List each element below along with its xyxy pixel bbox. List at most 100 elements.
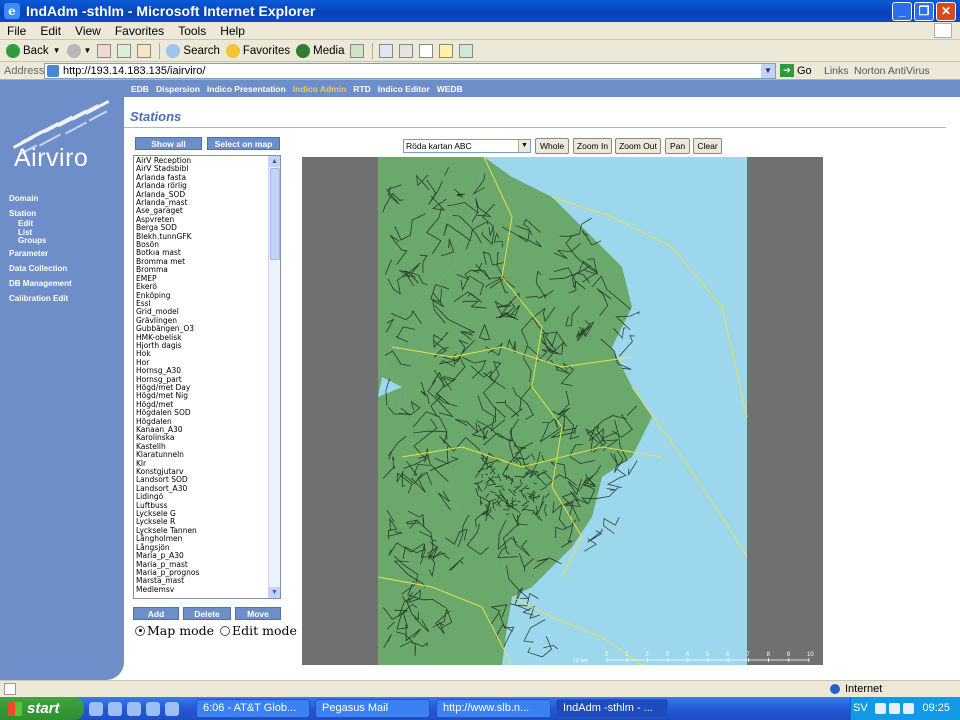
globe-icon: [830, 684, 840, 694]
norton-antivirus-button[interactable]: Norton AntiVirus: [854, 65, 930, 77]
language-indicator[interactable]: SV: [853, 702, 868, 714]
delete-button[interactable]: Delete: [183, 607, 231, 620]
close-icon[interactable]: ✕: [936, 2, 956, 21]
favorites-button[interactable]: Favorites: [225, 43, 290, 58]
back-button[interactable]: Back ▼: [6, 43, 61, 58]
history-icon[interactable]: [350, 43, 365, 58]
topnav-dispersion[interactable]: Dispersion: [156, 84, 200, 94]
menu-help[interactable]: Help: [213, 24, 252, 38]
tray-network-icon[interactable]: [875, 703, 886, 714]
map-view[interactable]: [302, 157, 823, 665]
topnav-rtd[interactable]: RTD: [353, 84, 370, 94]
map-mode-radio[interactable]: [135, 625, 145, 636]
quicklaunch-messenger-icon[interactable]: [165, 701, 179, 716]
nav-station-list[interactable]: List: [9, 228, 72, 237]
chevron-down-icon[interactable]: ▼: [761, 64, 775, 78]
maximize-icon[interactable]: ❐: [914, 2, 934, 21]
scale-tick-label: 0: [605, 652, 609, 658]
scale-tick-label: 6: [726, 652, 730, 658]
chevron-down-icon: ▼: [518, 140, 530, 152]
whole-button[interactable]: Whole: [535, 138, 569, 154]
menu-favorites[interactable]: Favorites: [108, 24, 171, 38]
home-icon[interactable]: [137, 43, 152, 58]
messenger-icon[interactable]: [459, 43, 474, 58]
menu-tools[interactable]: Tools: [171, 24, 213, 38]
topnav-indico-presentation[interactable]: Indico Presentation: [207, 84, 286, 94]
quicklaunch-media-icon[interactable]: [146, 701, 160, 716]
task-indadm[interactable]: IndAdm -sthlm - ...: [556, 699, 668, 718]
scale-tick-label: 2: [645, 652, 649, 658]
menu-view[interactable]: View: [68, 24, 108, 38]
clear-button[interactable]: Clear: [693, 138, 722, 154]
menu-bar: File Edit View Favorites Tools Help: [0, 22, 960, 40]
address-input[interactable]: http://193.14.183.135/iairviro/ ▼: [44, 63, 776, 79]
scale-tick-label: 5: [706, 652, 710, 658]
topnav-indico-editor[interactable]: Indico Editor: [378, 84, 430, 94]
quicklaunch-desktop-icon[interactable]: [89, 701, 103, 716]
links-button[interactable]: Links: [824, 65, 849, 77]
move-button[interactable]: Move: [235, 607, 281, 620]
window-title: IndAdm -sthlm - Microsoft Internet Explo…: [26, 3, 316, 19]
refresh-icon[interactable]: [117, 43, 132, 58]
notes-icon[interactable]: [439, 43, 454, 58]
stop-icon[interactable]: [97, 43, 112, 58]
left-nav-list: Domain Station Edit List Groups Paramete…: [9, 194, 72, 309]
address-url: http://193.14.183.135/iairviro/: [63, 65, 206, 77]
select-on-map-button[interactable]: Select on map: [207, 137, 280, 150]
media-button[interactable]: Media: [296, 43, 344, 58]
word-icon[interactable]: [419, 43, 434, 58]
star-icon: [225, 43, 240, 58]
station-list-item[interactable]: Medlemsv: [136, 585, 199, 594]
tray-volume-icon[interactable]: [889, 703, 900, 714]
nav-station[interactable]: Station: [9, 209, 72, 219]
topnav-indico-admin[interactable]: Indico Admin: [293, 84, 347, 94]
nav-station-edit[interactable]: Edit: [9, 219, 72, 228]
tray-antivirus-icon[interactable]: [903, 703, 914, 714]
show-all-button[interactable]: Show all: [135, 137, 202, 150]
page-status-icon: [4, 683, 16, 695]
scrollbar-thumb[interactable]: [270, 168, 280, 260]
menu-edit[interactable]: Edit: [33, 24, 68, 38]
start-button[interactable]: start: [0, 697, 84, 720]
zoom-in-button[interactable]: Zoom In: [573, 138, 612, 154]
scroll-down-icon[interactable]: ▼: [269, 587, 280, 598]
mail-icon[interactable]: [379, 43, 394, 58]
search-icon: [166, 43, 181, 58]
minimize-icon[interactable]: _: [892, 2, 912, 21]
task-pegasus-mail[interactable]: Pegasus Mail: [315, 699, 430, 718]
topnav-wedb[interactable]: WEDB: [437, 84, 463, 94]
search-button[interactable]: Search: [166, 43, 220, 58]
scale-tick-label: 10: [807, 652, 814, 658]
quicklaunch-outlook-icon[interactable]: [127, 701, 141, 716]
zoom-out-button[interactable]: Zoom Out: [615, 138, 661, 154]
map-canvas[interactable]: [302, 157, 823, 665]
scale-label: 10 km: [573, 658, 588, 664]
nav-calibration-edit[interactable]: Calibration Edit: [9, 294, 72, 309]
station-list-scrollbar[interactable]: ▲ ▼: [268, 156, 280, 598]
page-content: Airviro Domain Station Edit List Groups …: [0, 80, 960, 680]
station-list[interactable]: AirV Reception AirV Stadsbibl Arlanda fast…: [133, 155, 281, 599]
nav-data-collection[interactable]: Data Collection: [9, 264, 72, 279]
title-divider: [124, 127, 946, 128]
edit-mode-radio[interactable]: [220, 625, 231, 636]
task-att-global[interactable]: 6:06 - AT&T Glob...: [196, 699, 310, 718]
left-navigation: Airviro Domain Station Edit List Groups …: [0, 80, 124, 680]
pan-button[interactable]: Pan: [665, 138, 690, 154]
page-title: Stations: [130, 109, 182, 124]
scroll-up-icon[interactable]: ▲: [269, 156, 280, 167]
map-select[interactable]: Röda kartan ABC ▼: [403, 139, 531, 153]
nav-domain[interactable]: Domain: [9, 194, 72, 209]
quicklaunch-ie-icon[interactable]: [108, 701, 122, 716]
forward-arrow-icon: [66, 43, 81, 58]
menu-file[interactable]: File: [0, 24, 33, 38]
task-slb-browser[interactable]: http://www.slb.n...: [436, 699, 551, 718]
security-zone: Internet: [830, 683, 882, 695]
nav-parameter[interactable]: Parameter: [9, 249, 72, 264]
forward-button[interactable]: ▼: [66, 43, 91, 58]
print-icon[interactable]: [399, 43, 414, 58]
topnav-edb[interactable]: EDB: [131, 84, 149, 94]
nav-db-management[interactable]: DB Management: [9, 279, 72, 294]
nav-station-groups[interactable]: Groups: [9, 236, 72, 249]
add-button[interactable]: Add: [133, 607, 179, 620]
go-button[interactable]: ➔ Go: [780, 64, 812, 77]
